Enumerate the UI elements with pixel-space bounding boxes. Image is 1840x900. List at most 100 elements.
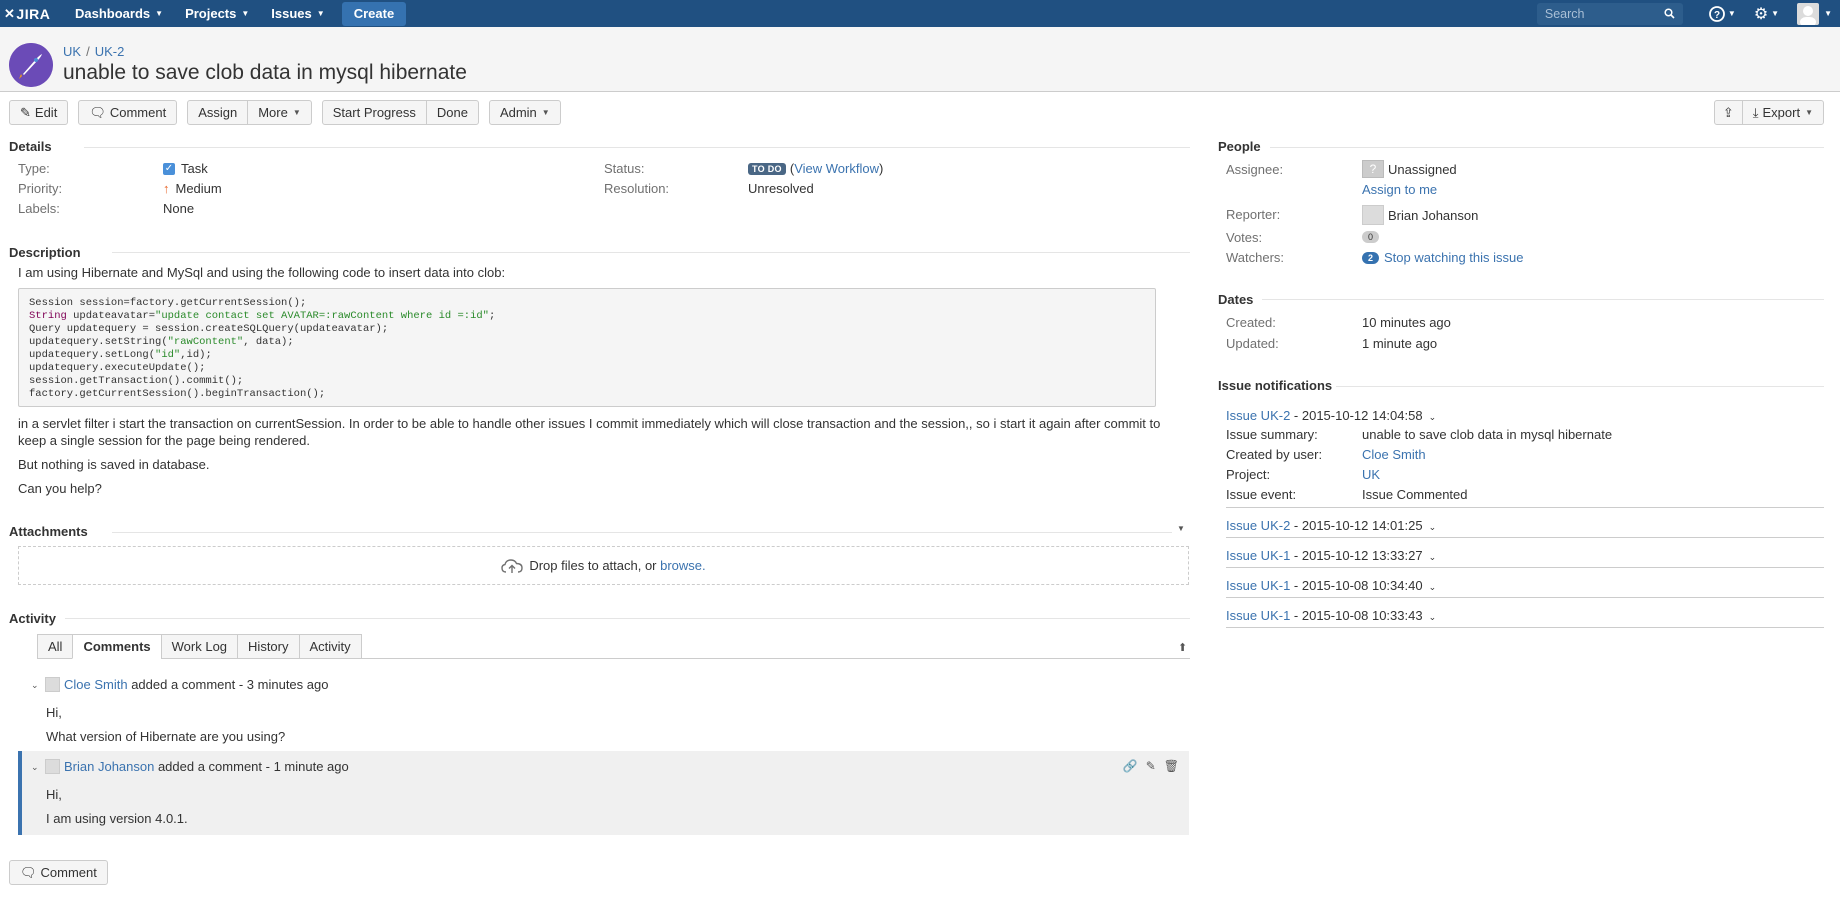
nav-menu-projects[interactable]: Projects ▼	[174, 0, 260, 27]
edit-button[interactable]: ✎ Edit	[9, 100, 69, 125]
more-button[interactable]: More ▼	[247, 100, 312, 125]
collapse-chevron-icon[interactable]: ⌄	[31, 680, 39, 691]
dates-heading[interactable]: Dates	[1218, 292, 1253, 307]
breadcrumb-project[interactable]: UK	[63, 44, 81, 59]
project-avatar[interactable]	[9, 43, 53, 87]
add-comment-label: Comment	[40, 865, 97, 880]
notification-issue-link[interactable]: Issue UK-1	[1226, 578, 1290, 593]
issue-header: UK / UK-2 unable to save clob data in mysq…	[0, 27, 1840, 92]
more-button-label: More	[258, 105, 288, 120]
notification-timestamp: - 2015-10-08 10:33:43	[1290, 608, 1423, 623]
comment-button-label: Comment	[109, 105, 167, 120]
nav-menu-label: Projects	[185, 6, 237, 21]
start-progress-button[interactable]: Start Progress	[321, 100, 427, 125]
breadcrumb-issue-key[interactable]: UK-2	[95, 44, 125, 59]
assignee-name: Unassigned	[1388, 161, 1457, 177]
export-button[interactable]: ⤓ Export ▼	[1741, 100, 1824, 125]
code-line: factory.getCurrentSession().beginTransac…	[29, 388, 326, 400]
attachments-heading[interactable]: Attachments	[9, 524, 88, 539]
notification-issue-link[interactable]: Issue UK-2	[1226, 408, 1290, 423]
browse-link[interactable]: browse.	[660, 558, 706, 573]
code-line: String updateavatar="update contact set …	[29, 310, 1145, 323]
edit-pencil-icon[interactable]: ✎	[1146, 759, 1156, 773]
labels-value[interactable]: None	[163, 201, 194, 216]
done-button[interactable]: Done	[425, 100, 479, 125]
chevron-down-icon[interactable]: ⌄	[1429, 412, 1437, 422]
issue-summary-title[interactable]: unable to save clob data in mysql hibern…	[63, 61, 467, 85]
tab-all[interactable]: All	[37, 634, 74, 659]
details-heading[interactable]: Details	[9, 139, 52, 154]
chevron-down-icon[interactable]: ⌄	[1429, 522, 1437, 532]
watchers-count-badge[interactable]: 2	[1362, 251, 1380, 264]
nav-menu-label: Dashboards	[75, 6, 151, 21]
chevron-down-icon[interactable]: ⌄	[1429, 552, 1437, 562]
issue-summary-value: unable to save clob data in mysql hibern…	[1362, 427, 1613, 442]
sort-order-arrow-icon[interactable]: ⬆	[1178, 641, 1187, 654]
top-navigation-bar: ✕ JIRA Dashboards ▼ Projects ▼ Issues ▼ Crea…	[0, 0, 1840, 27]
notification-issue-link[interactable]: Issue UK-2	[1226, 518, 1290, 533]
svg-text:?: ?	[1714, 10, 1720, 21]
assign-button[interactable]: Assign	[187, 100, 249, 125]
code-text: updatequery.setLong(	[29, 349, 156, 361]
notification-timestamp: - 2015-10-08 10:34:40	[1290, 578, 1423, 593]
view-workflow-link[interactable]: View Workflow	[794, 161, 879, 176]
issue-event-label: Issue event:	[1226, 487, 1297, 502]
notification-timestamp: - 2015-10-12 13:33:27	[1290, 548, 1423, 563]
settings-menu[interactable]: ⚙ ▼	[1754, 4, 1779, 24]
user-profile-menu[interactable]: ▼	[1797, 2, 1832, 25]
tab-activity[interactable]: Activity	[298, 634, 362, 659]
comment-icon: 🗨	[20, 864, 37, 880]
comment-item: ⌄ Cloe Smith added a comment - 3 minutes…	[18, 677, 1189, 747]
notification-issue-link[interactable]: Issue UK-1	[1226, 608, 1290, 623]
caret-down-icon: ▼	[1727, 9, 1736, 18]
issue-summary-label: Issue summary:	[1226, 427, 1318, 442]
add-comment-button[interactable]: 🗨 Comment	[9, 860, 108, 885]
attachments-options-caret-icon[interactable]: ▼	[1177, 524, 1185, 533]
share-button[interactable]: ⇪	[1713, 100, 1743, 125]
attachment-drop-zone[interactable]: Drop files to attach, or browse.	[18, 546, 1189, 585]
created-value: 10 minutes ago	[1362, 315, 1451, 330]
nav-menu-issues[interactable]: Issues ▼	[260, 0, 335, 27]
activity-heading[interactable]: Activity	[9, 611, 56, 626]
chevron-down-icon[interactable]: ⌄	[1429, 612, 1437, 622]
jira-logo[interactable]: ✕ JIRA	[4, 6, 64, 22]
assignee-label: Assignee:	[1226, 162, 1284, 177]
people-heading[interactable]: People	[1218, 139, 1261, 154]
collapse-chevron-icon[interactable]: ⌄	[31, 762, 39, 773]
project-link[interactable]: UK	[1362, 467, 1380, 482]
comment-button[interactable]: 🗨 Comment	[78, 100, 178, 125]
caret-down-icon: ▼	[316, 9, 325, 18]
created-by-link[interactable]: Cloe Smith	[1362, 447, 1426, 462]
help-menu[interactable]: ? ▼	[1708, 5, 1736, 22]
comment-body-line: Hi,	[46, 787, 62, 802]
tab-comments[interactable]: Comments	[72, 634, 162, 659]
stop-watching-link[interactable]: Stop watching this issue	[1384, 250, 1523, 265]
search-placeholder: Search	[1544, 6, 1585, 21]
caret-down-icon: ▼	[1805, 108, 1813, 117]
issue-notifications-heading[interactable]: Issue notifications	[1218, 378, 1332, 393]
notification-timestamp: - 2015-10-12 14:01:25	[1290, 518, 1423, 533]
type-value-text: Task	[181, 161, 208, 176]
description-heading[interactable]: Description	[9, 245, 81, 260]
delete-trash-icon[interactable]: 🗑	[1164, 759, 1179, 773]
assign-to-me-link[interactable]: Assign to me	[1362, 182, 1437, 197]
comment-author-link[interactable]: Brian Johanson	[64, 759, 154, 774]
comment-author-link[interactable]: Cloe Smith	[64, 677, 128, 692]
chevron-down-icon[interactable]: ⌄	[1429, 582, 1437, 592]
comment-meta: added a comment - 1 minute ago	[154, 759, 349, 774]
breadcrumb: UK / UK-2	[63, 44, 124, 59]
votes-value[interactable]: 0	[1362, 231, 1380, 243]
notification-item: Issue UK-2 - 2015-10-12 14:01:25 ⌄	[1226, 518, 1436, 533]
create-button[interactable]: Create	[341, 1, 407, 26]
nav-menu-dashboards[interactable]: Dashboards ▼	[64, 0, 174, 27]
tab-history[interactable]: History	[237, 634, 300, 659]
search-input[interactable]: Search	[1536, 2, 1683, 25]
notification-timestamp: - 2015-10-12 14:04:58	[1290, 408, 1423, 423]
permalink-icon[interactable]: 🔗	[1123, 759, 1138, 773]
notification-issue-link[interactable]: Issue UK-1	[1226, 548, 1290, 563]
tab-work-log[interactable]: Work Log	[160, 634, 239, 659]
admin-button[interactable]: Admin ▼	[488, 100, 561, 125]
divider	[1226, 507, 1824, 508]
reporter-name[interactable]: Brian Johanson	[1388, 208, 1478, 223]
comment-actions: 🔗 ✎ 🗑	[1123, 759, 1179, 773]
